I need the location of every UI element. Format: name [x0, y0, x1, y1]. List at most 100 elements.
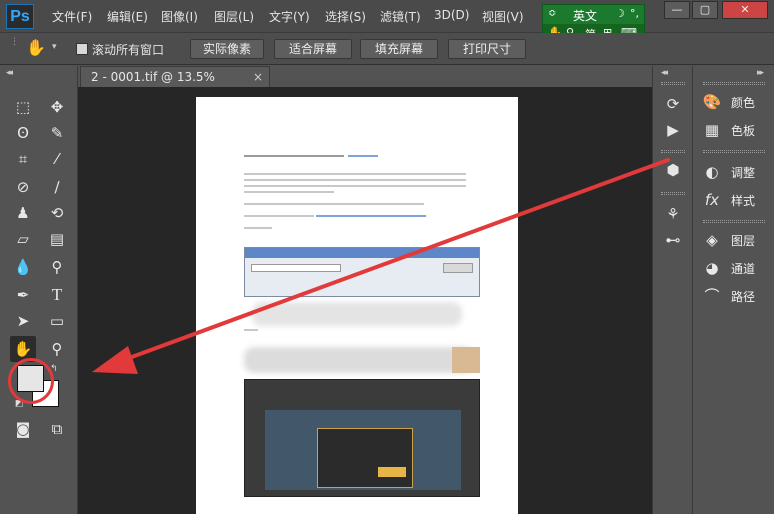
actions-panel-icon[interactable]: ▶: [663, 120, 683, 140]
panel-label: 通道: [731, 261, 756, 276]
eyedropper-tool-icon[interactable]: ⁄: [44, 146, 70, 172]
type-tool-icon[interactable]: T: [44, 282, 70, 308]
menu-edit[interactable]: 编辑(E): [107, 8, 148, 25]
menu-filter[interactable]: 滤镜(T): [380, 8, 421, 25]
doc-text-line: [244, 185, 466, 187]
dodge-tool-icon[interactable]: ⚲: [44, 254, 70, 280]
scroll-all-windows-checkbox[interactable]: [76, 43, 88, 55]
healing-brush-tool-icon[interactable]: ⊘: [10, 174, 36, 200]
panel-grip[interactable]: [703, 150, 765, 153]
panel-grip[interactable]: [661, 192, 685, 195]
styles-icon: fx: [704, 191, 720, 209]
fill-screen-button[interactable]: 填充屏幕: [360, 39, 438, 59]
canvas-area[interactable]: [78, 87, 652, 514]
panel-grip[interactable]: [703, 82, 765, 85]
menu-select[interactable]: 选择(S): [325, 8, 366, 25]
minimize-button[interactable]: —: [664, 1, 690, 19]
menu-3d[interactable]: 3D(D): [434, 8, 469, 22]
eraser-tool-icon[interactable]: ▱: [10, 226, 36, 252]
lasso-tool-icon[interactable]: ʘ: [10, 120, 36, 146]
panel-styles[interactable]: fx 样式: [701, 188, 773, 212]
menu-bar: Ps 文件(F) 编辑(E) 图像(I) 图层(L) 文字(Y) 选择(S) 滤…: [0, 0, 774, 33]
marquee-tool-icon[interactable]: ⬚: [10, 94, 36, 120]
brush-tool-icon[interactable]: ∕: [44, 174, 70, 200]
document-page: [196, 97, 518, 514]
menu-type[interactable]: 文字(Y): [269, 8, 310, 25]
document-tab[interactable]: 2 - 0001.tif @ 13.5%(RGB/8#) ×: [80, 66, 270, 104]
3d-panel-icon[interactable]: ⬢: [663, 160, 683, 180]
screenshot-dialog-button: [378, 467, 406, 477]
blurred-region: [252, 302, 462, 326]
mini-window-button: [443, 263, 473, 273]
brush-presets-icon[interactable]: ⚘: [663, 204, 683, 224]
panel-label: 调整: [731, 165, 756, 180]
expand-panels-icon[interactable]: ▸▸: [757, 68, 764, 78]
hand-tool-icon[interactable]: ✋: [26, 38, 46, 57]
ime-lang-toggle[interactable]: 英文: [573, 7, 597, 24]
maximize-icon: ▢: [699, 3, 711, 16]
tool-preset-chevron-icon[interactable]: ▾: [52, 42, 57, 52]
menu-image[interactable]: 图像(I): [161, 8, 198, 25]
gradient-tool-icon[interactable]: ▤: [44, 226, 70, 252]
panel-adjustments[interactable]: ◐ 调整: [701, 160, 773, 184]
doc-heading-line: [244, 155, 344, 157]
quick-select-tool-icon[interactable]: ✎: [44, 120, 70, 146]
clone-stamp-tool-icon[interactable]: ♟: [10, 200, 36, 226]
collapse-strip-icon[interactable]: ◂◂: [661, 68, 668, 78]
screen-mode-icon[interactable]: ⧉: [44, 416, 70, 442]
blur-tool-icon[interactable]: 💧: [10, 254, 36, 280]
print-size-button[interactable]: 打印尺寸: [448, 39, 526, 59]
zoom-tool-icon[interactable]: ⚲: [44, 336, 70, 362]
move-tool-icon[interactable]: ✥: [44, 94, 70, 120]
panel-layers[interactable]: ◈ 图层: [701, 228, 773, 252]
scroll-all-windows-label: 滚动所有窗口: [92, 43, 165, 57]
options-bar: ⋮ ✋ ▾ 滚动所有窗口 实际像素 适合屏幕 填充屏幕 打印尺寸: [0, 33, 774, 65]
panel-channels[interactable]: ◕ 通道: [701, 256, 773, 280]
doc-text-line: [244, 215, 314, 217]
panel-grip[interactable]: [661, 82, 685, 85]
swatches-icon: ▦: [704, 121, 720, 139]
menu-view[interactable]: 视图(V): [482, 8, 524, 25]
menu-file[interactable]: 文件(F): [52, 8, 92, 25]
fit-screen-button[interactable]: 适合屏幕: [274, 39, 352, 59]
blurred-region: [244, 347, 474, 373]
moon-icon[interactable]: ☽: [615, 7, 625, 20]
history-brush-tool-icon[interactable]: ⟲: [44, 200, 70, 226]
blurred-thumbnail: [452, 347, 480, 373]
panel-swatches[interactable]: ▦ 色板: [701, 118, 773, 142]
punctuation-icon[interactable]: °,: [630, 7, 639, 20]
path-select-tool-icon[interactable]: ➤: [10, 308, 36, 334]
doc-text-line: [244, 227, 272, 229]
right-icon-strip: ◂◂ ⟳ ▶ ⬢ ⚘ ⊷: [652, 66, 692, 514]
mini-window-field: [251, 264, 341, 272]
doc-text-line: [244, 191, 334, 193]
panel-paths[interactable]: ⌒ 路径: [701, 284, 773, 308]
actual-pixels-button[interactable]: 实际像素: [190, 39, 264, 59]
history-panel-icon[interactable]: ⟳: [663, 94, 683, 114]
close-window-button[interactable]: ✕: [722, 1, 768, 19]
quick-mask-icon[interactable]: ◙: [10, 416, 36, 442]
collapse-tools-icon[interactable]: ◂◂: [6, 68, 13, 78]
channels-icon: ◕: [705, 259, 719, 277]
doc-screenshot-window: [244, 247, 480, 297]
ime-handle-icon[interactable]: ≎: [548, 8, 556, 19]
panel-grip[interactable]: [661, 150, 685, 153]
properties-panel-icon[interactable]: ⊷: [663, 230, 683, 250]
app-logo: Ps: [6, 4, 34, 29]
panel-color[interactable]: 🎨 颜色: [701, 90, 773, 114]
right-panels: ▸▸ 🎨 颜色 ▦ 色板 ◐ 调整 fx 样式 ◈ 图层 ◕ 通道 ⌒ 路径: [692, 66, 774, 514]
screenshot-dialog: [317, 428, 413, 488]
crop-tool-icon[interactable]: ⌗: [10, 146, 36, 172]
rectangle-tool-icon[interactable]: ▭: [44, 308, 70, 334]
pen-tool-icon[interactable]: ✒: [10, 282, 36, 308]
doc-text-line: [244, 203, 424, 205]
close-document-icon[interactable]: ×: [253, 67, 263, 87]
panel-label: 色板: [731, 123, 756, 138]
menu-layer[interactable]: 图层(L): [214, 8, 254, 25]
maximize-button[interactable]: ▢: [692, 1, 718, 19]
panel-label: 样式: [731, 193, 756, 208]
panel-grip[interactable]: [703, 220, 765, 223]
close-icon: ✕: [740, 3, 750, 16]
panel-label: 颜色: [731, 95, 756, 110]
panel-label: 路径: [731, 289, 756, 304]
